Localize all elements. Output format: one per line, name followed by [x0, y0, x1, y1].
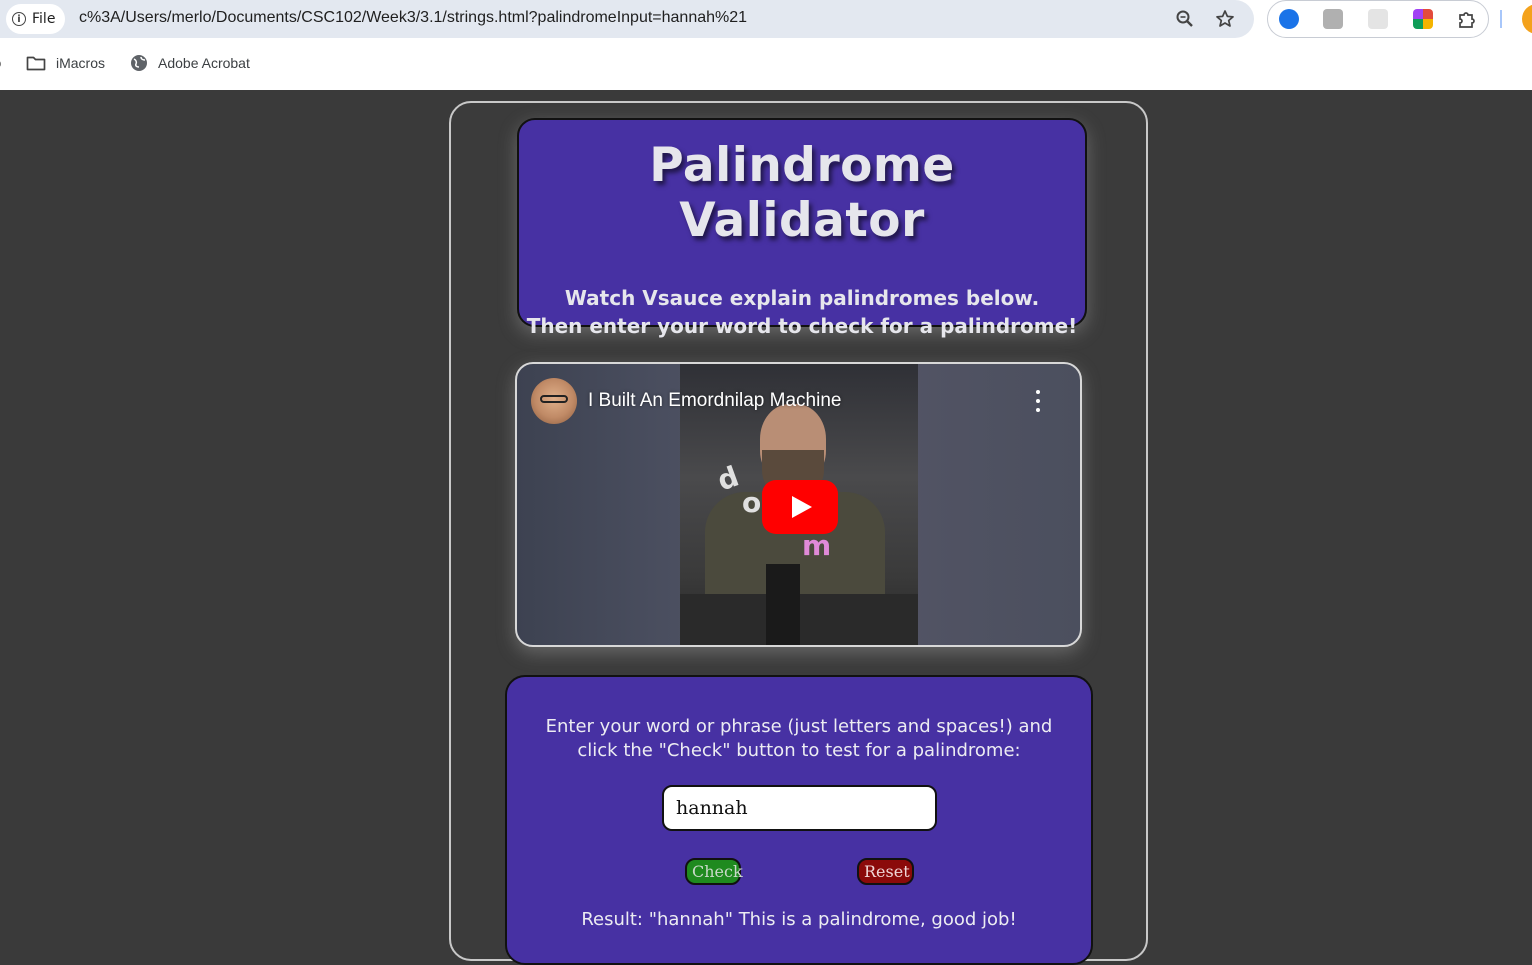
extension-gray-icon[interactable] [1323, 9, 1343, 29]
browser-toolbar: i File c%3A/Users/merlo/Documents/CSC102… [0, 0, 1532, 90]
check-button[interactable]: Check [685, 858, 743, 885]
result-text: Result: "hannah" This is a palindrome, g… [581, 909, 1017, 930]
extension-globe-icon[interactable] [1279, 9, 1299, 29]
subtitle-line-2: Then enter your word to check for a pali… [526, 314, 1078, 338]
youtube-embed[interactable]: d o m I Built An Emordnilap Machine [515, 362, 1082, 647]
page-title: Palindrome Validator [649, 138, 955, 248]
bookmark-cutoff-icon[interactable] [0, 54, 4, 77]
site-info-chip[interactable]: i File [6, 4, 66, 34]
play-icon [792, 496, 812, 518]
folder-icon [26, 56, 46, 71]
bookmark-label: iMacros [56, 55, 106, 71]
video-title[interactable]: I Built An Emordnilap Machine [588, 390, 841, 412]
extension-chart-icon[interactable] [1368, 9, 1388, 29]
play-button[interactable] [762, 480, 838, 534]
bookmark-adobe-acrobat[interactable]: Adobe Acrobat [130, 54, 250, 72]
bookmark-label: Adobe Acrobat [158, 55, 250, 71]
globe-icon [131, 55, 147, 71]
palindrome-input[interactable] [662, 785, 937, 831]
header-subtitle: Watch Vsauce explain palindromes below. … [519, 284, 1085, 340]
thumbnail-letter-d: d [712, 459, 744, 498]
site-chip-label: File [32, 11, 56, 27]
bookmark-star-icon[interactable] [1214, 8, 1236, 30]
puzzle-icon[interactable] [1457, 9, 1477, 29]
bookmark-imacros[interactable]: iMacros [26, 54, 105, 72]
profile-avatar[interactable] [1522, 4, 1532, 34]
bookmarks-bar: iMacros Adobe Acrobat [0, 50, 1532, 80]
toolbar-separator [1500, 10, 1502, 28]
subtitle-line-1: Watch Vsauce explain palindromes below. [564, 286, 1040, 310]
url-text[interactable]: c%3A/Users/merlo/Documents/CSC102/Week3/… [79, 9, 747, 27]
more-vert-icon[interactable] [1029, 390, 1047, 412]
reset-button[interactable]: Reset [857, 858, 914, 885]
address-bar[interactable]: i File c%3A/Users/merlo/Documents/CSC102… [0, 0, 1254, 38]
extension-color-icon[interactable] [1413, 9, 1433, 29]
zoom-icon[interactable] [1174, 8, 1196, 30]
palindrome-form-card: Enter your word or phrase (just letters … [505, 675, 1093, 965]
channel-avatar[interactable] [531, 378, 577, 424]
thumbnail-letter-o: o [742, 486, 762, 519]
extensions-group [1267, 0, 1489, 38]
info-icon: i [12, 12, 26, 26]
form-instructions: Enter your word or phrase (just letters … [545, 716, 1053, 761]
header-card: Palindrome Validator Watch Vsauce explai… [517, 118, 1087, 338]
thumbnail-machine [766, 564, 800, 645]
avatar-glasses [540, 395, 568, 403]
